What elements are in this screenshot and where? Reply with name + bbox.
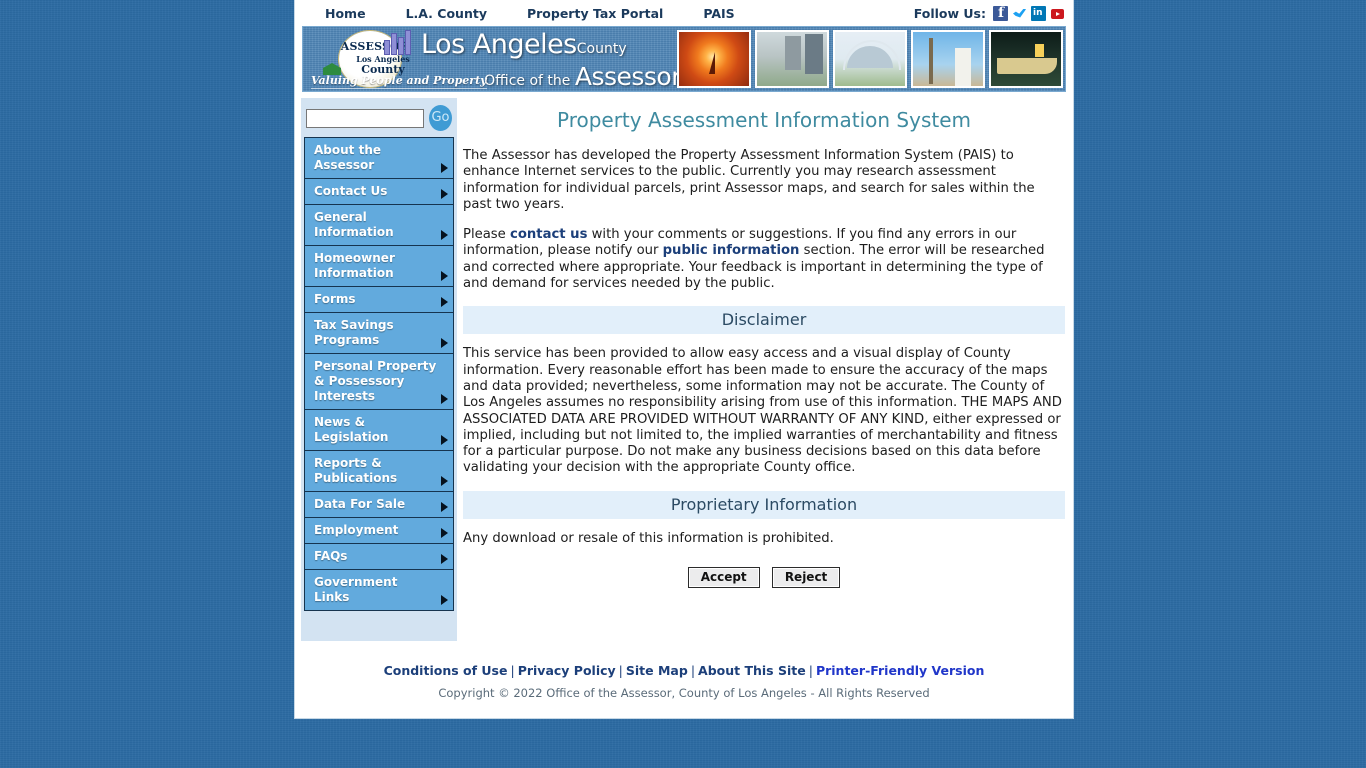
- banner-title-los-angeles: Los Angeles: [421, 29, 577, 60]
- chevron-right-icon: [441, 163, 448, 173]
- chevron-right-icon: [441, 338, 448, 348]
- footer-separator: |: [618, 663, 623, 678]
- photo-palm-trees: [911, 30, 985, 88]
- sidebar-item-forms[interactable]: Forms: [305, 287, 453, 313]
- sidebar-item-general-information[interactable]: General Information: [305, 205, 453, 246]
- sidebar-item-news-legislation[interactable]: News & Legislation: [305, 410, 453, 451]
- photo-civic-center: [755, 30, 829, 88]
- search-input[interactable]: [306, 108, 424, 128]
- sidebar-item-data-for-sale[interactable]: Data For Sale: [305, 492, 453, 518]
- footer-link-conditions-of-use[interactable]: Conditions of Use: [384, 663, 508, 678]
- feedback-paragraph: Please contact us with your comments or …: [463, 227, 1065, 292]
- banner-tagline: Valuing People and Property: [311, 74, 487, 89]
- buildings-icon: [384, 29, 412, 55]
- sidebar-item-label: Data For Sale: [314, 497, 406, 511]
- search-go-button[interactable]: Go: [429, 105, 452, 131]
- public-information-link[interactable]: public information: [663, 243, 800, 258]
- sidebar-item-label: Government Links: [314, 575, 398, 604]
- chevron-right-icon: [441, 189, 448, 199]
- sidebar-item-reports-publications[interactable]: Reports & Publications: [305, 451, 453, 492]
- facebook-icon[interactable]: [993, 5, 1008, 21]
- footer-separator: |: [690, 663, 696, 678]
- photo-lax-theme-building: [833, 30, 907, 88]
- topnav-home[interactable]: Home: [325, 6, 366, 21]
- banner-title-office-of-the: Office of the: [484, 73, 571, 89]
- chevron-right-icon: [441, 435, 448, 445]
- sidebar-item-tax-savings-programs[interactable]: Tax Savings Programs: [305, 313, 453, 354]
- content-columns: Go About the Assessor Contact Us General…: [295, 92, 1073, 641]
- sidebar-item-label: News & Legislation: [314, 415, 389, 444]
- linkedin-icon[interactable]: [1031, 5, 1046, 21]
- photo-sunset-sailboat: [677, 30, 751, 88]
- disclaimer-heading: Disclaimer: [463, 306, 1065, 335]
- accept-reject-button-row: Accept Reject: [463, 567, 1065, 589]
- reject-button[interactable]: Reject: [771, 567, 841, 589]
- sidebar-item-label: Reports & Publications: [314, 456, 398, 485]
- feedback-text-1: Please: [463, 227, 510, 243]
- footer-links: Conditions of Use | Privacy Policy | Site Ma…: [295, 663, 1073, 678]
- youtube-icon[interactable]: [1050, 5, 1065, 21]
- footer-separator: |: [808, 663, 813, 678]
- sidebar-item-employment[interactable]: Employment: [305, 518, 453, 544]
- banner-photo-strip: [677, 30, 1063, 88]
- chevron-right-icon: [441, 502, 448, 512]
- site-banner: ASSESSOR Los Angeles County Valuing Peop…: [302, 26, 1066, 92]
- banner-title-county: County: [576, 41, 627, 57]
- footer-link-about-this-site[interactable]: About This Site: [698, 663, 806, 678]
- sidebar-item-label: Contact Us: [314, 184, 388, 198]
- sidebar-item-homeowner-information[interactable]: Homeowner Information: [305, 246, 453, 287]
- chevron-right-icon: [441, 554, 448, 564]
- intro-paragraph: The Assessor has developed the Property …: [463, 148, 1035, 212]
- copyright-text: Copyright © 2022 Office of the Assessor,…: [438, 686, 930, 700]
- sidebar-item-label: General Information: [314, 210, 394, 239]
- topnav-la-county[interactable]: L.A. County: [406, 6, 487, 21]
- sidebar-item-label: Forms: [314, 292, 356, 306]
- sidebar-item-personal-property-possessory-interests[interactable]: Personal Property & Possessory Interests: [305, 354, 453, 410]
- sidebar: Go About the Assessor Contact Us General…: [301, 98, 457, 641]
- sidebar-item-label: Personal Property & Possessory Interests: [314, 359, 437, 403]
- footer-link-privacy-policy[interactable]: Privacy Policy: [518, 663, 616, 678]
- topnav-pais[interactable]: PAIS: [703, 6, 734, 21]
- contact-us-link[interactable]: contact us: [510, 227, 587, 242]
- banner-title-line1: Los AngelesCounty: [421, 30, 681, 64]
- footer-link-printer-friendly-version[interactable]: Printer-Friendly Version: [816, 663, 984, 678]
- chevron-right-icon: [441, 297, 448, 307]
- proprietary-information-heading: Proprietary Information: [463, 490, 1065, 519]
- sidebar-item-label: Tax Savings Programs: [314, 318, 394, 347]
- follow-us-block: Follow Us:: [913, 5, 1065, 21]
- chevron-right-icon: [441, 595, 448, 605]
- banner-title-assessor: Assessor: [574, 62, 682, 91]
- footer-separator: |: [510, 663, 515, 678]
- sidebar-item-contact-us[interactable]: Contact Us: [305, 179, 453, 205]
- top-navigation-bar: Home L.A. County Property Tax Portal PAI…: [295, 0, 1073, 26]
- main-content: Property Assessment Information System T…: [457, 98, 1067, 589]
- chevron-right-icon: [441, 476, 448, 486]
- sidebar-item-label: Employment: [314, 523, 399, 537]
- chevron-right-icon: [441, 230, 448, 240]
- disclaimer-body: This service has been provided to allow …: [463, 346, 1062, 476]
- follow-us-label: Follow Us:: [913, 5, 986, 21]
- page-title: Property Assessment Information System: [556, 108, 972, 132]
- photo-queen-mary: [989, 30, 1063, 88]
- proprietary-information-body: Any download or resale of this informati…: [463, 530, 834, 546]
- twitter-icon[interactable]: [1012, 5, 1027, 21]
- sidebar-search-row: Go: [304, 102, 454, 137]
- site-footer: Conditions of Use | Privacy Policy | Site Ma…: [295, 641, 1073, 700]
- sidebar-item-label: About the Assessor: [314, 143, 381, 172]
- topnav-property-tax-portal[interactable]: Property Tax Portal: [527, 6, 663, 21]
- footer-link-site-map[interactable]: Site Map: [626, 663, 688, 678]
- sidebar-item-label: Homeowner Information: [314, 251, 395, 280]
- sidebar-item-government-links[interactable]: Government Links: [305, 570, 453, 610]
- chevron-right-icon: [441, 394, 448, 404]
- sidebar-item-faqs[interactable]: FAQs: [305, 544, 453, 570]
- sidebar-item-about-the-assessor[interactable]: About the Assessor: [305, 138, 453, 179]
- sidebar-menu: About the Assessor Contact Us General In…: [304, 137, 454, 611]
- accept-button[interactable]: Accept: [687, 567, 760, 589]
- sidebar-item-label: FAQs: [314, 549, 348, 563]
- chevron-right-icon: [441, 528, 448, 538]
- chevron-right-icon: [441, 271, 448, 281]
- site-page-container: Home L.A. County Property Tax Portal PAI…: [294, 0, 1074, 719]
